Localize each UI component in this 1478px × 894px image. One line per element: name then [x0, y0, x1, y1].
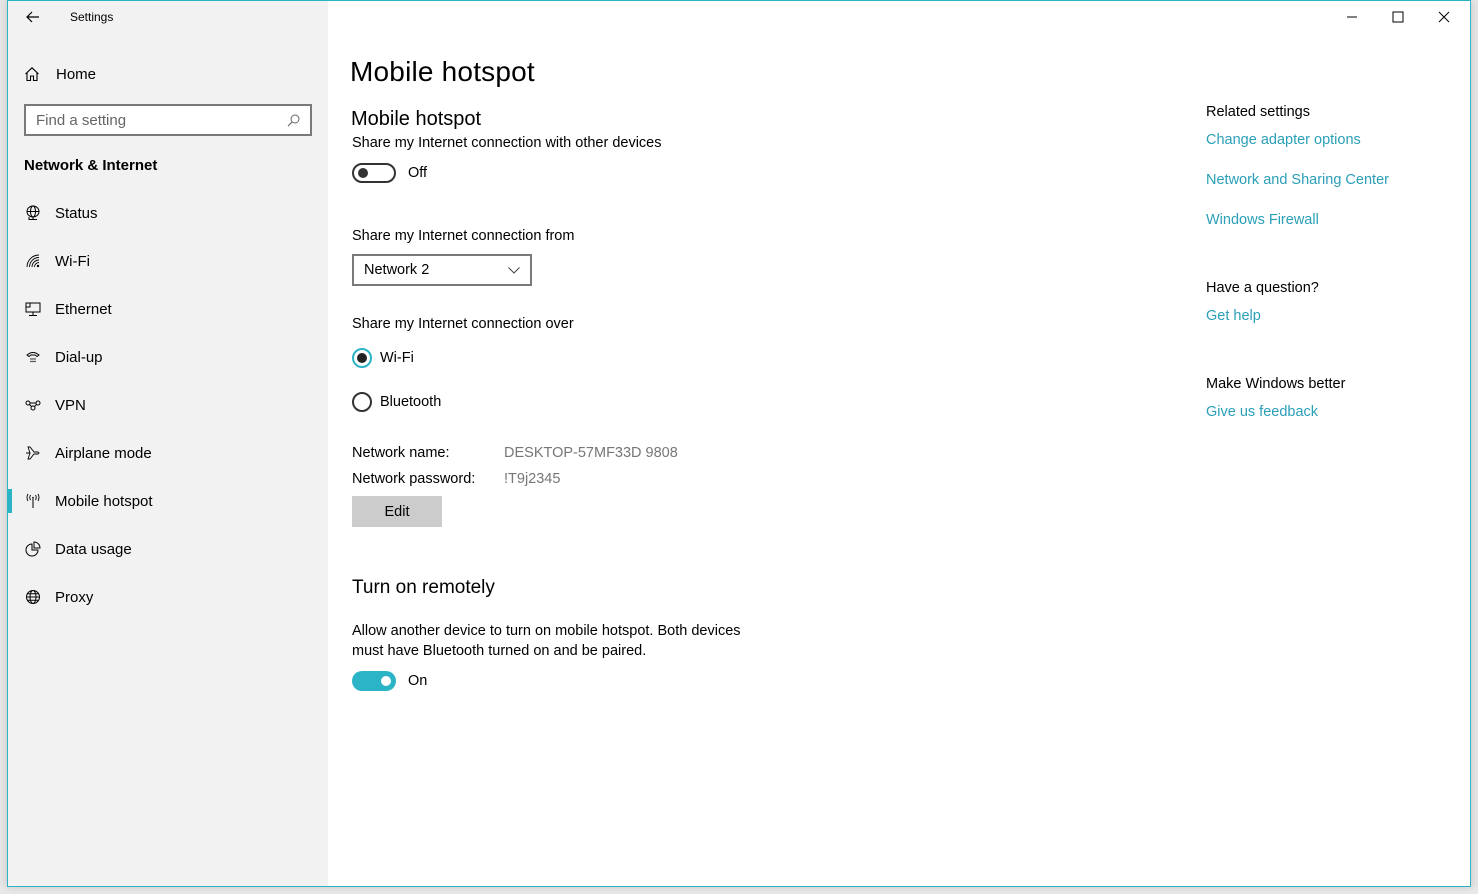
better-header: Make Windows better	[1206, 376, 1346, 392]
sidebar-item-label: VPN	[55, 396, 86, 414]
sidebar-item-wifi[interactable]: Wi-Fi	[8, 237, 328, 285]
hotspot-toggle[interactable]	[352, 163, 396, 183]
sidebar-item-proxy[interactable]: Proxy	[8, 573, 328, 621]
network-name-value: DESKTOP-57MF33D 9808	[504, 445, 678, 461]
search-input[interactable]	[36, 111, 286, 129]
sidebar-nav: Status Wi-Fi Ethernet Dial-up VPN Airpla…	[8, 189, 328, 621]
sidebar: Settings Home Network & Internet Status	[8, 1, 328, 886]
radio-wifi[interactable]: Wi-Fi	[352, 348, 414, 368]
close-button[interactable]	[1421, 1, 1467, 33]
sidebar-item-label: Airplane mode	[55, 444, 152, 462]
share-from-dropdown[interactable]: Network 2	[352, 254, 532, 286]
settings-window: Settings Home Network & Internet Status	[7, 0, 1471, 887]
radio-circle	[352, 392, 372, 412]
vpn-icon	[24, 396, 42, 414]
hotspot-icon	[24, 492, 42, 510]
remote-description-line1: Allow another device to turn on mobile h…	[352, 623, 741, 639]
remote-toggle-state: On	[408, 673, 428, 689]
back-button[interactable]	[20, 5, 46, 29]
windows-firewall-link[interactable]: Windows Firewall	[1206, 212, 1319, 228]
radio-label: Wi-Fi	[380, 350, 414, 366]
network-name-label: Network name:	[352, 445, 450, 461]
data-usage-icon	[24, 540, 42, 558]
remote-heading: Turn on remotely	[352, 577, 495, 598]
sidebar-item-label: Proxy	[55, 588, 94, 606]
give-feedback-link[interactable]: Give us feedback	[1206, 404, 1318, 420]
home-icon	[25, 67, 39, 82]
chevron-down-icon	[508, 266, 522, 274]
remote-toggle[interactable]	[352, 671, 396, 691]
hotspot-heading: Mobile hotspot	[351, 108, 482, 130]
hotspot-toggle-state: Off	[408, 165, 428, 181]
close-icon	[1438, 11, 1450, 23]
change-adapter-options-link[interactable]: Change adapter options	[1206, 132, 1361, 148]
main-content: Mobile hotspot Mobile hotspot Share my I…	[328, 1, 1470, 886]
radio-label: Bluetooth	[380, 394, 442, 410]
share-from-value: Network 2	[364, 262, 430, 278]
sidebar-item-status[interactable]: Status	[8, 189, 328, 237]
sidebar-item-label: Wi-Fi	[55, 252, 90, 270]
sidebar-item-data-usage[interactable]: Data usage	[8, 525, 328, 573]
maximize-button[interactable]	[1375, 1, 1421, 33]
toggle-knob	[381, 676, 391, 686]
share-from-label: Share my Internet connection from	[352, 228, 575, 244]
desktop-background	[0, 887, 1478, 894]
section-title: Network & Internet	[24, 157, 158, 174]
page-title: Mobile hotspot	[350, 56, 535, 87]
related-settings-header: Related settings	[1206, 104, 1310, 120]
sidebar-item-ethernet[interactable]: Ethernet	[8, 285, 328, 333]
share-over-label: Share my Internet connection over	[352, 316, 574, 332]
sidebar-item-label: Status	[55, 204, 98, 222]
question-header: Have a question?	[1206, 280, 1319, 296]
get-help-link[interactable]: Get help	[1206, 308, 1261, 324]
ethernet-icon	[24, 300, 42, 318]
remote-description-line2: must have Bluetooth turned on and be pai…	[352, 643, 647, 659]
sidebar-item-airplane-mode[interactable]: Airplane mode	[8, 429, 328, 477]
radio-bluetooth[interactable]: Bluetooth	[352, 392, 441, 412]
minimize-button[interactable]	[1329, 1, 1375, 33]
edit-button[interactable]: Edit	[352, 496, 442, 527]
wifi-icon	[24, 252, 42, 270]
home-label: Home	[56, 65, 97, 83]
network-password-value: !T9j2345	[504, 471, 561, 487]
toggle-knob	[358, 168, 368, 178]
airplane-icon	[24, 444, 42, 462]
radio-circle	[352, 348, 372, 368]
proxy-globe-icon	[24, 588, 42, 606]
status-globe-icon	[24, 204, 42, 222]
sidebar-item-label: Ethernet	[55, 300, 112, 318]
dialup-phone-icon	[24, 348, 42, 366]
sidebar-item-label: Data usage	[55, 540, 132, 558]
sidebar-item-label: Mobile hotspot	[55, 492, 153, 510]
hotspot-description: Share my Internet connection with other …	[352, 135, 662, 151]
app-title: Settings	[70, 10, 114, 24]
network-sharing-center-link[interactable]: Network and Sharing Center	[1206, 172, 1389, 188]
maximize-icon	[1392, 11, 1404, 23]
search-icon[interactable]	[286, 113, 300, 127]
sidebar-item-vpn[interactable]: VPN	[8, 381, 328, 429]
network-password-label: Network password:	[352, 471, 476, 487]
back-arrow-icon	[26, 11, 39, 23]
sidebar-item-label: Dial-up	[55, 348, 103, 366]
minimize-icon	[1347, 16, 1357, 18]
home-link[interactable]: Home	[24, 61, 96, 87]
sidebar-item-dialup[interactable]: Dial-up	[8, 333, 328, 381]
search-box[interactable]	[24, 104, 312, 136]
sidebar-item-mobile-hotspot[interactable]: Mobile hotspot	[8, 477, 328, 525]
